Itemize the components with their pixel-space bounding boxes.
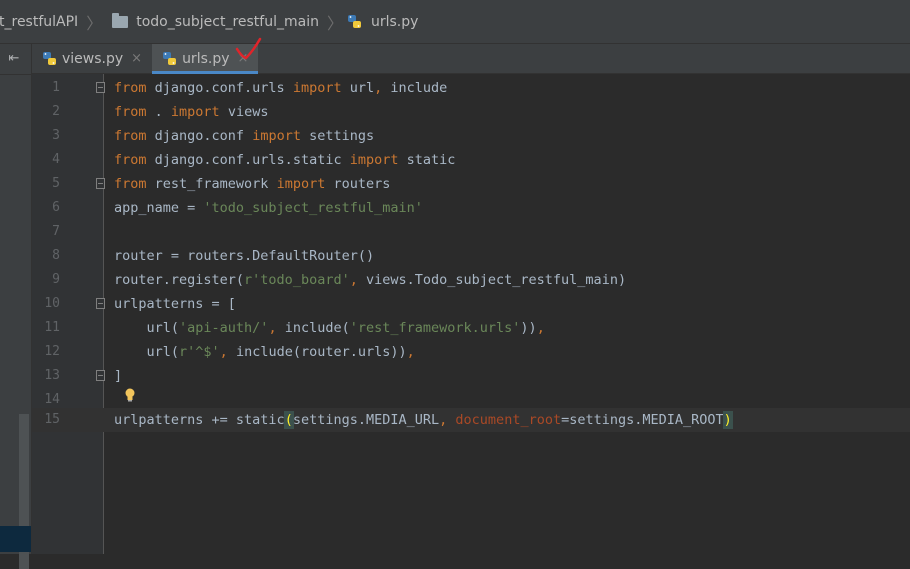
- check-mark-annotation-icon: [235, 37, 262, 60]
- divider: [0, 74, 32, 75]
- code-line[interactable]: 9 router.register(r'todo_board', views.T…: [32, 268, 910, 292]
- collapse-panel-icon[interactable]: ⇤: [6, 52, 22, 66]
- line-number: 9: [52, 272, 60, 287]
- tab-label: views.py: [62, 50, 124, 67]
- fold-marker-icon[interactable]: [96, 178, 105, 189]
- selected-item-highlight: [0, 526, 31, 552]
- line-number: 3: [52, 128, 60, 143]
- line-number: 12: [44, 344, 60, 359]
- code-text: from django.conf import settings: [114, 128, 375, 144]
- code-text: from django.conf.urls import url, includ…: [114, 80, 448, 96]
- python-file-icon: [347, 14, 361, 28]
- breadcrumb-label: t_restfulAPI: [0, 13, 79, 30]
- fold-marker-icon[interactable]: [96, 370, 105, 381]
- tab-views-py[interactable]: views.py ×: [32, 44, 152, 73]
- close-icon[interactable]: ×: [131, 51, 142, 66]
- code-line[interactable]: 2 from . import views: [32, 100, 910, 124]
- code-text: router = routers.DefaultRouter(): [114, 248, 375, 264]
- code-line-current[interactable]: 15 urlpatterns += static(settings.MEDIA_…: [32, 408, 910, 432]
- breadcrumb-item-file[interactable]: urls.py: [347, 0, 422, 43]
- breadcrumb-item-folder[interactable]: todo_subject_restful_main: [106, 0, 323, 43]
- code-text: urlpatterns += static(settings.MEDIA_URL…: [114, 411, 733, 429]
- code-line[interactable]: 12 url(r'^$', include(router.urls)),: [32, 340, 910, 364]
- line-number: 2: [52, 104, 60, 119]
- fold-marker-icon[interactable]: [96, 298, 105, 309]
- code-text: urlpatterns = [: [114, 296, 236, 312]
- line-number: 6: [52, 200, 60, 215]
- code-line[interactable]: 6 app_name = 'todo_subject_restful_main': [32, 196, 910, 220]
- code-text: router.register(r'todo_board', views.Tod…: [114, 272, 627, 288]
- line-number: 4: [52, 152, 60, 167]
- code-text: url('api-auth/', include('rest_framework…: [114, 320, 545, 336]
- line-number: 11: [44, 320, 60, 335]
- breadcrumb-separator-icon: 〉: [86, 13, 103, 33]
- line-number: 8: [52, 248, 60, 263]
- line-number: 7: [52, 224, 60, 239]
- left-tool-strip: ⇤: [0, 44, 32, 569]
- folder-icon: [112, 12, 129, 28]
- code-line[interactable]: 4 from django.conf.urls.static import st…: [32, 148, 910, 172]
- line-number: 13: [44, 368, 60, 383]
- code-text: from . import views: [114, 104, 269, 120]
- breadcrumb: t_restfulAPI 〉 todo_subject_restful_main…: [0, 0, 910, 44]
- line-number: 5: [52, 176, 60, 191]
- editor-tab-bar: views.py × urls.py ×: [32, 44, 910, 74]
- code-line[interactable]: 11 url('api-auth/', include('rest_framew…: [32, 316, 910, 340]
- lightbulb-intention-icon[interactable]: [124, 388, 136, 402]
- code-line[interactable]: 7: [32, 220, 910, 244]
- python-file-icon: [43, 51, 56, 65]
- code-line[interactable]: 13 ]: [32, 364, 910, 388]
- breadcrumb-separator-icon: 〉: [326, 13, 343, 33]
- code-text: ]: [114, 368, 123, 384]
- code-text: from rest_framework import routers: [114, 176, 391, 192]
- code-line[interactable]: 3 from django.conf import settings: [32, 124, 910, 148]
- code-text: app_name = 'todo_subject_restful_main': [114, 200, 423, 216]
- breadcrumb-item-project[interactable]: t_restfulAPI: [0, 0, 82, 43]
- code-line[interactable]: 5 from rest_framework import routers: [32, 172, 910, 196]
- code-line[interactable]: 10 urlpatterns = [: [32, 292, 910, 316]
- breadcrumb-label: todo_subject_restful_main: [136, 13, 319, 30]
- line-number: 15: [44, 412, 60, 427]
- code-line[interactable]: 1 from django.conf.urls import url, incl…: [32, 76, 910, 100]
- line-number: 1: [52, 80, 60, 95]
- breadcrumb-label: urls.py: [370, 13, 419, 30]
- python-file-icon: [163, 51, 177, 65]
- fold-marker-icon[interactable]: [96, 82, 105, 93]
- code-line[interactable]: 8 router = routers.DefaultRouter(): [32, 244, 910, 268]
- code-editor[interactable]: 1 from django.conf.urls import url, incl…: [32, 74, 910, 554]
- tab-label: urls.py: [182, 50, 230, 67]
- code-text: url(r'^$', include(router.urls)),: [114, 344, 415, 360]
- line-number: 10: [44, 296, 60, 311]
- code-text: from django.conf.urls.static import stat…: [114, 152, 456, 168]
